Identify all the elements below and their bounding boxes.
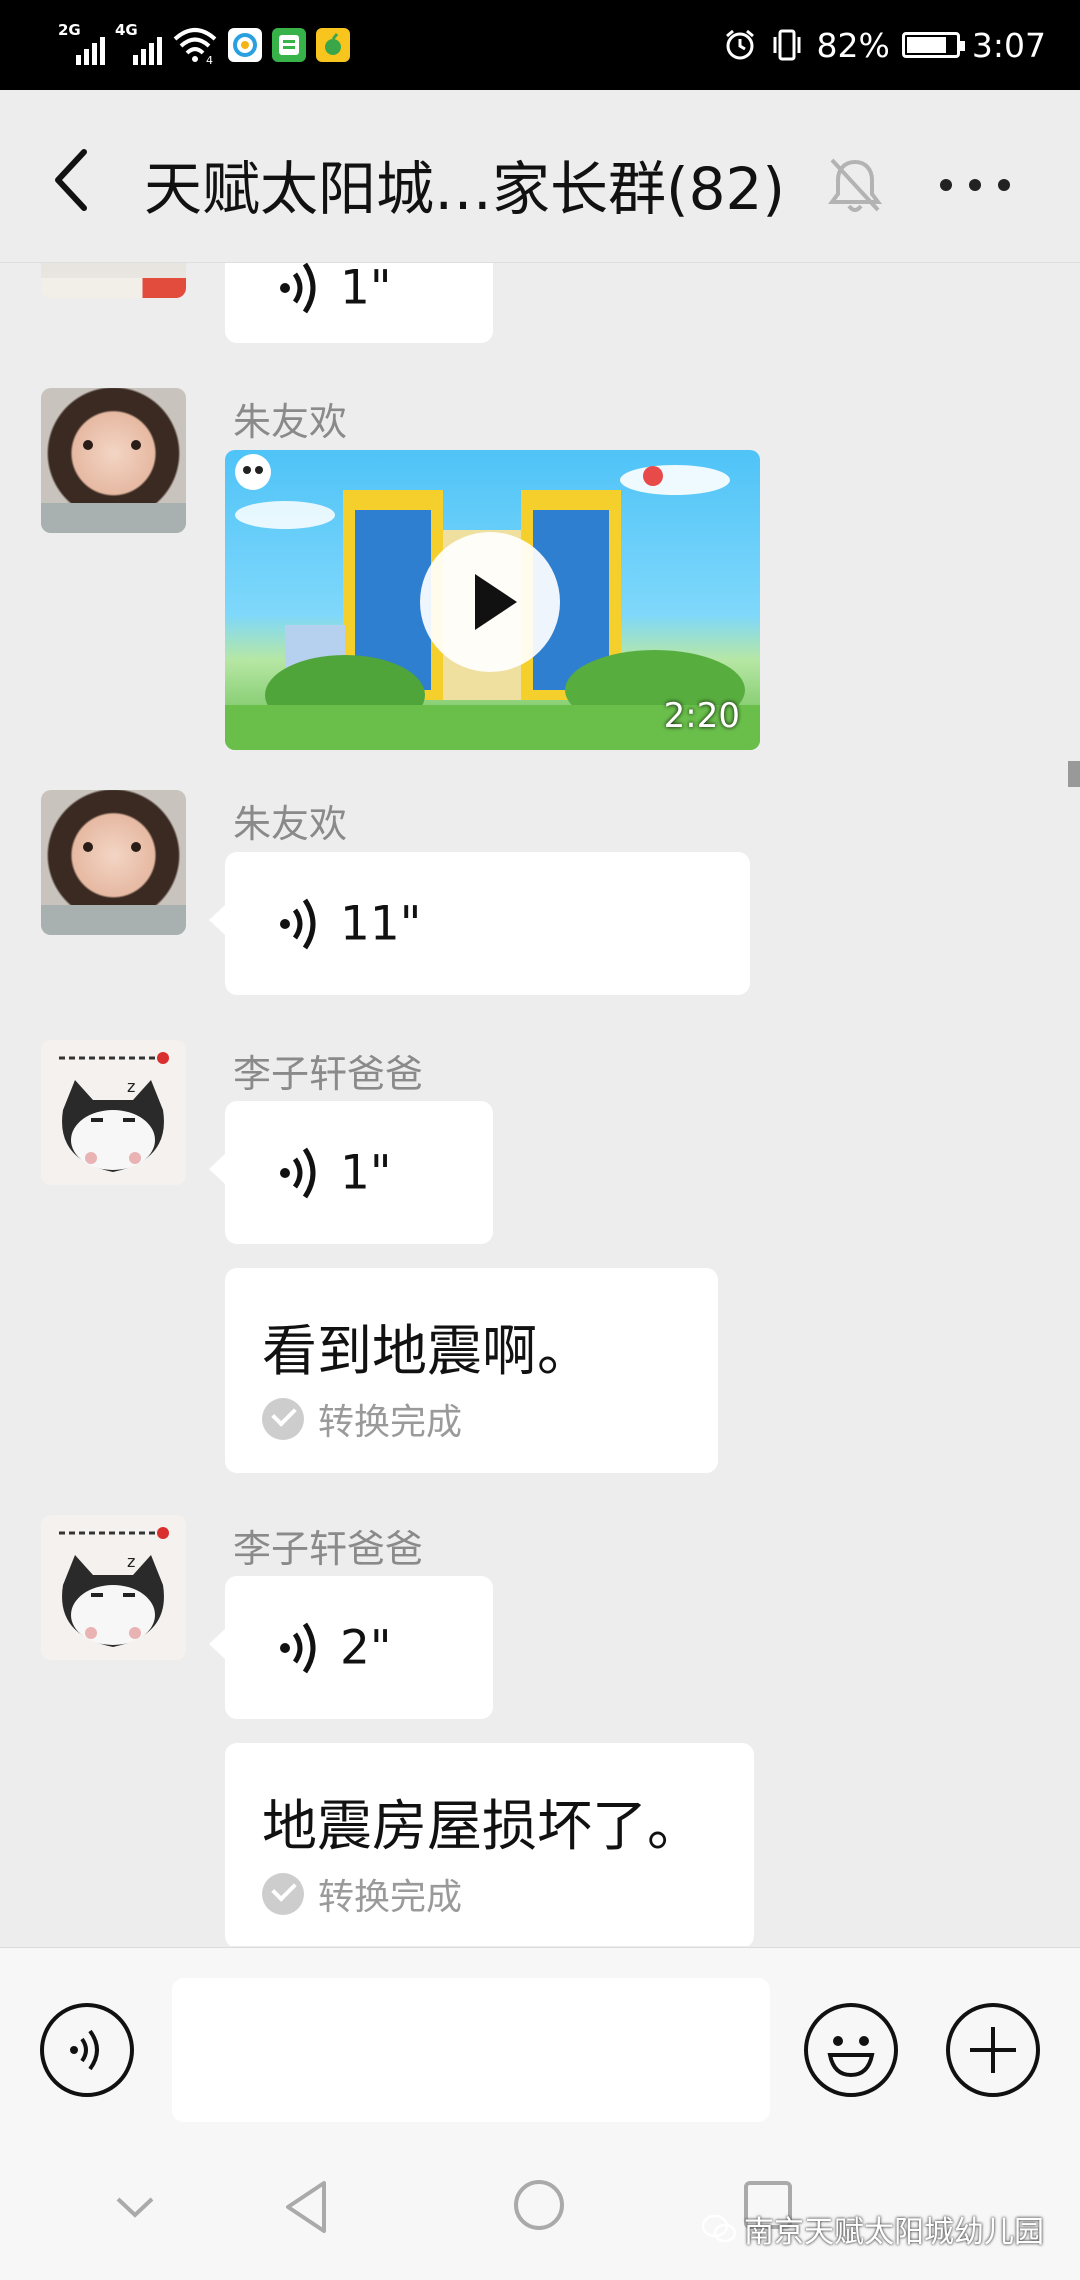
alarm-icon [725, 29, 754, 60]
avatar[interactable] [41, 790, 186, 935]
voice-duration: 1" [340, 1145, 392, 1200]
emoji-icon [827, 2036, 875, 2078]
check-icon [262, 1398, 304, 1440]
sender-name: 李子轩爸爸 [233, 1527, 424, 1571]
message-input[interactable] [172, 1978, 770, 2122]
page-title[interactable]: 天赋太阳城…家长群(82) [144, 142, 785, 226]
plus-icon [970, 2027, 1016, 2073]
voice-duration: 11" [340, 896, 422, 951]
battery-fill [906, 37, 946, 53]
svg-text:z: z [127, 1552, 135, 1571]
avatar[interactable]: z [41, 1515, 186, 1660]
nav-home-icon[interactable] [511, 2177, 567, 2233]
app-notification-icon-2 [272, 28, 306, 62]
app-notification-icon-1 [228, 28, 262, 62]
avatar[interactable]: z [41, 1040, 186, 1185]
emoji-button[interactable] [804, 2003, 898, 2097]
message-list[interactable]: 1" 朱友欢 2:20 朱友欢 11" z 李子轩爸爸 1" 看到地震啊。 转换… [0, 263, 1080, 1946]
battery-icon [901, 32, 965, 58]
signal-4g-icon: 4G [115, 21, 162, 65]
avatar[interactable] [41, 263, 186, 298]
bell-muted-icon [828, 158, 882, 212]
voice-input-icon [70, 2029, 99, 2071]
avatar[interactable] [41, 388, 186, 533]
voice-wave-icon [280, 1147, 316, 1198]
watermark-text: 南京天赋太阳城幼儿园 [744, 2215, 1044, 2250]
voice-wave-icon [280, 1622, 316, 1673]
net-label-2g: 2G [58, 21, 81, 39]
wifi-label: 4 [206, 54, 213, 65]
system-nav-bar: 南京天赋太阳城幼儿园 [0, 2137, 1080, 2280]
net-label-4g: 4G [115, 21, 138, 39]
more-icon[interactable] [940, 170, 1010, 200]
battery-percent: 82% [816, 25, 890, 65]
signal-2g-icon: 2G [58, 21, 105, 65]
status-time: 3:07 [971, 25, 1046, 65]
video-message[interactable]: 2:20 [225, 450, 760, 750]
input-bar [0, 1947, 1080, 2138]
wechat-logo-icon [702, 2214, 736, 2243]
transcript-bubble[interactable]: 地震房屋损坏了。 转换完成 [225, 1743, 754, 1946]
nav-back-icon[interactable] [282, 2177, 332, 2237]
voice-message[interactable]: 11" [209, 852, 750, 995]
back-icon[interactable] [40, 140, 110, 220]
voice-duration: 1" [340, 263, 392, 316]
wifi-icon: 4 [173, 28, 217, 65]
nav-collapse-icon[interactable] [112, 2187, 158, 2227]
transcript-text: 看到地震啊。 [262, 1319, 593, 1383]
sender-name: 朱友欢 [233, 400, 348, 444]
transcript-status-text: 转换完成 [318, 1877, 463, 1918]
sender-name: 朱友欢 [233, 802, 348, 846]
transcript-bubble[interactable]: 看到地震啊。 转换完成 [225, 1268, 718, 1473]
chat-header: 天赋太阳城…家长群(82) [0, 90, 1080, 263]
transcript-status: 转换完成 [262, 1868, 462, 1920]
check-icon [262, 1873, 304, 1915]
watermark: 南京天赋太阳城幼儿园 [702, 2207, 1044, 2251]
voice-message[interactable]: 1" [225, 263, 493, 343]
voice-wave-icon [280, 263, 316, 314]
video-duration: 2:20 [663, 696, 740, 736]
transcript-status: 转换完成 [262, 1393, 462, 1445]
status-right: 82% 3:07 [723, 18, 1046, 72]
voice-duration: 2" [340, 1620, 392, 1675]
play-icon[interactable] [420, 532, 560, 672]
sender-name: 李子轩爸爸 [233, 1052, 424, 1096]
status-bar: 2G 4G 4 82% 3:07 [0, 0, 1080, 90]
voice-message[interactable]: 1" [209, 1101, 493, 1244]
voice-message[interactable]: 2" [209, 1576, 493, 1719]
svg-text:z: z [127, 1077, 135, 1096]
cat-avatar-image: z [51, 1048, 176, 1172]
transcript-text: 地震房屋损坏了。 [262, 1794, 703, 1858]
vibrate-icon [773, 29, 801, 61]
transcript-status-text: 转换完成 [318, 1402, 463, 1443]
voice-input-button[interactable] [40, 2003, 134, 2097]
cat-avatar-image: z [51, 1523, 176, 1647]
app-notification-icon-3 [316, 28, 350, 62]
scrollbar[interactable] [1068, 761, 1080, 787]
more-functions-button[interactable] [946, 2003, 1040, 2097]
status-left: 2G 4G 4 [58, 18, 350, 72]
voice-wave-icon [280, 898, 316, 949]
